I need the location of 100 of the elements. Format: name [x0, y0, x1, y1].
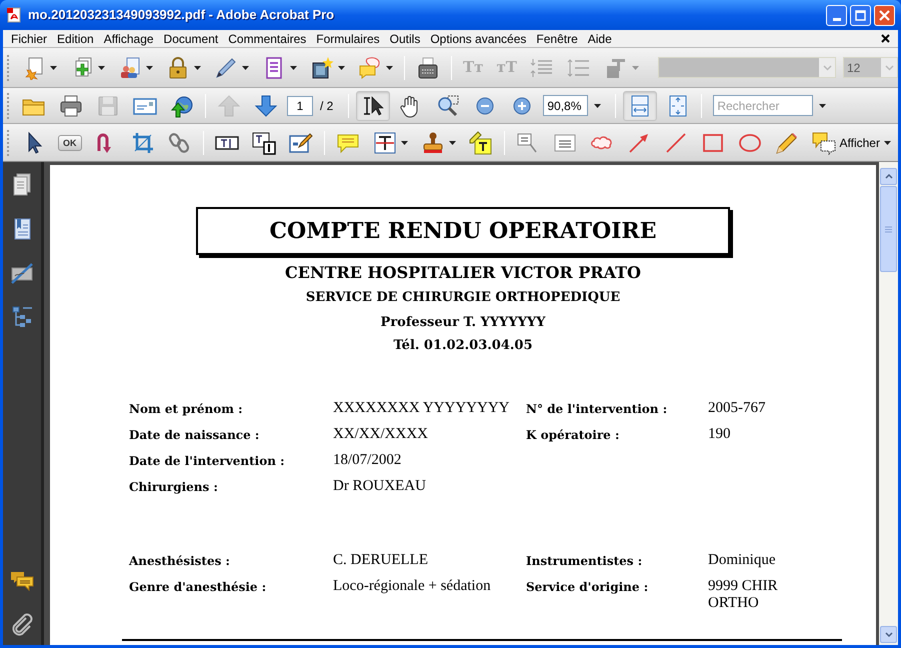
caret-icon: [632, 66, 639, 70]
search-field[interactable]: Rechercher: [713, 95, 814, 116]
header-line: Tél. 01.02.03.04.05: [393, 337, 532, 355]
close-icon: [880, 34, 890, 43]
field-value: C. DERUELLE: [333, 552, 429, 569]
menu-item[interactable]: Outils: [384, 30, 426, 46]
typewriter-icon: [416, 56, 440, 80]
caret-icon: [98, 66, 105, 70]
scroll-down-button[interactable]: [880, 626, 897, 643]
printer-icon: [59, 94, 83, 118]
field-value: Loco-régionale + sédation: [333, 578, 492, 595]
field-label: Date de naissance :: [129, 427, 260, 444]
callout-icon: [516, 130, 540, 154]
menu-item[interactable]: Commentaires: [223, 30, 312, 46]
caret-icon: [386, 66, 393, 70]
field-value: 9999 CHIR ORTHO: [708, 578, 779, 612]
menu-item[interactable]: Fichier: [6, 30, 52, 46]
field-label: Service d'origine :: [526, 579, 650, 596]
menu-item[interactable]: Fenêtre: [531, 30, 583, 46]
caret-down-icon: [884, 632, 892, 637]
show-comments-button[interactable]: Afficher: [808, 128, 895, 158]
field-value: 18/07/2002: [333, 452, 402, 469]
button-tool-button[interactable]: OK: [58, 134, 82, 150]
caret-icon: [448, 140, 456, 144]
field-label: Chirurgiens :: [129, 479, 219, 496]
crop-icon: [130, 130, 154, 154]
field-value: 2005-767: [708, 400, 766, 417]
menu-item[interactable]: Document: [158, 30, 224, 46]
menu-item[interactable]: Formulaires: [311, 30, 385, 46]
font-size-value: 12: [846, 60, 862, 76]
caret-icon: [338, 66, 345, 70]
magnifier-icon: [436, 94, 460, 118]
menu-item[interactable]: Edition: [52, 30, 99, 46]
signatures-button[interactable]: [9, 260, 35, 286]
speech-bubbles-icon: [358, 56, 382, 80]
speech-bubbles-icon: [812, 130, 836, 154]
zoom-field[interactable]: 90,8%: [543, 95, 588, 116]
globe-arrow-icon: [170, 94, 194, 118]
chain-link-icon: [168, 130, 192, 154]
caret-icon: [50, 66, 57, 70]
field-label: Genre d'anesthésie :: [129, 579, 268, 596]
text-strike-icon: [372, 130, 396, 154]
menu-item[interactable]: Affichage: [98, 30, 159, 46]
pencil-icon: [774, 130, 798, 154]
field-value: Dr ROUXEAU: [333, 478, 427, 495]
minimize-button[interactable]: [826, 4, 847, 26]
caret-icon: [819, 104, 826, 108]
field-value: 190: [708, 426, 732, 443]
highlighter-icon: [468, 130, 492, 154]
header-line: Professeur T. YYYYYYY: [380, 314, 546, 332]
scroll-thumb[interactable]: [880, 186, 897, 272]
select-tool-button[interactable]: [356, 90, 390, 120]
scroll-up-button[interactable]: [880, 168, 897, 185]
header-line: SERVICE DE CHIRURGIE ORTHOPEDIQUE: [306, 289, 620, 307]
caret-icon: [400, 140, 408, 144]
form-pencil-icon: [288, 130, 312, 154]
maximize-button[interactable]: [850, 4, 871, 26]
menu-item[interactable]: Options avancées: [425, 30, 532, 46]
minimize-icon: [832, 18, 840, 20]
header-line: CENTRE HOSPITALIER VICTOR PRATO: [285, 263, 641, 283]
signature-pen-icon: [10, 261, 34, 285]
tree-icon: [10, 305, 34, 329]
close-icon: [879, 10, 890, 20]
line-icon: [664, 130, 688, 154]
stamp-icon: [420, 130, 444, 154]
pdf-file-icon: [6, 7, 22, 23]
arrow-down-icon: [254, 94, 278, 118]
field-value: XX/XX/XXXX: [333, 426, 429, 443]
caret-icon: [594, 104, 602, 108]
field-label: N° de l'intervention :: [526, 401, 668, 418]
arrow-up-icon: [217, 94, 241, 118]
field-label: Date de l'intervention :: [129, 453, 286, 470]
field-label: Instrumentistes :: [526, 553, 644, 570]
maximize-icon: [855, 10, 866, 20]
chevron-down-icon: [884, 64, 894, 70]
caret-up-icon: [884, 174, 892, 179]
document-people-icon: [118, 56, 142, 80]
text-cursor-arrow-icon: [361, 94, 386, 118]
pen-icon: [214, 56, 238, 80]
caret-icon: [290, 66, 297, 70]
fit-width-button[interactable]: [623, 90, 658, 120]
menu-item[interactable]: Aide: [582, 30, 617, 46]
paperclip-icon: [10, 612, 34, 636]
field-label: Anesthésistes :: [129, 553, 231, 570]
close-button[interactable]: [874, 4, 895, 26]
caret-icon: [242, 66, 249, 70]
field-value: XXXXXXXX YYYYYYYY: [333, 400, 511, 417]
film-star-icon: [310, 56, 334, 80]
grip-icon: [885, 226, 892, 232]
caret-icon: [884, 140, 891, 144]
field-label: K opératoire :: [526, 427, 620, 444]
document-title: COMPTE RENDU OPERATOIRE: [196, 207, 730, 255]
field-label: Nom et prénom :: [129, 401, 244, 418]
caret-icon: [194, 66, 201, 70]
page-number-field[interactable]: 1: [287, 96, 313, 116]
field-value: Dominique: [708, 552, 776, 569]
chevron-down-icon: [822, 64, 832, 70]
close-document-button[interactable]: [880, 34, 890, 44]
caret-icon: [146, 66, 153, 70]
numbered-field-icon: [252, 130, 276, 154]
